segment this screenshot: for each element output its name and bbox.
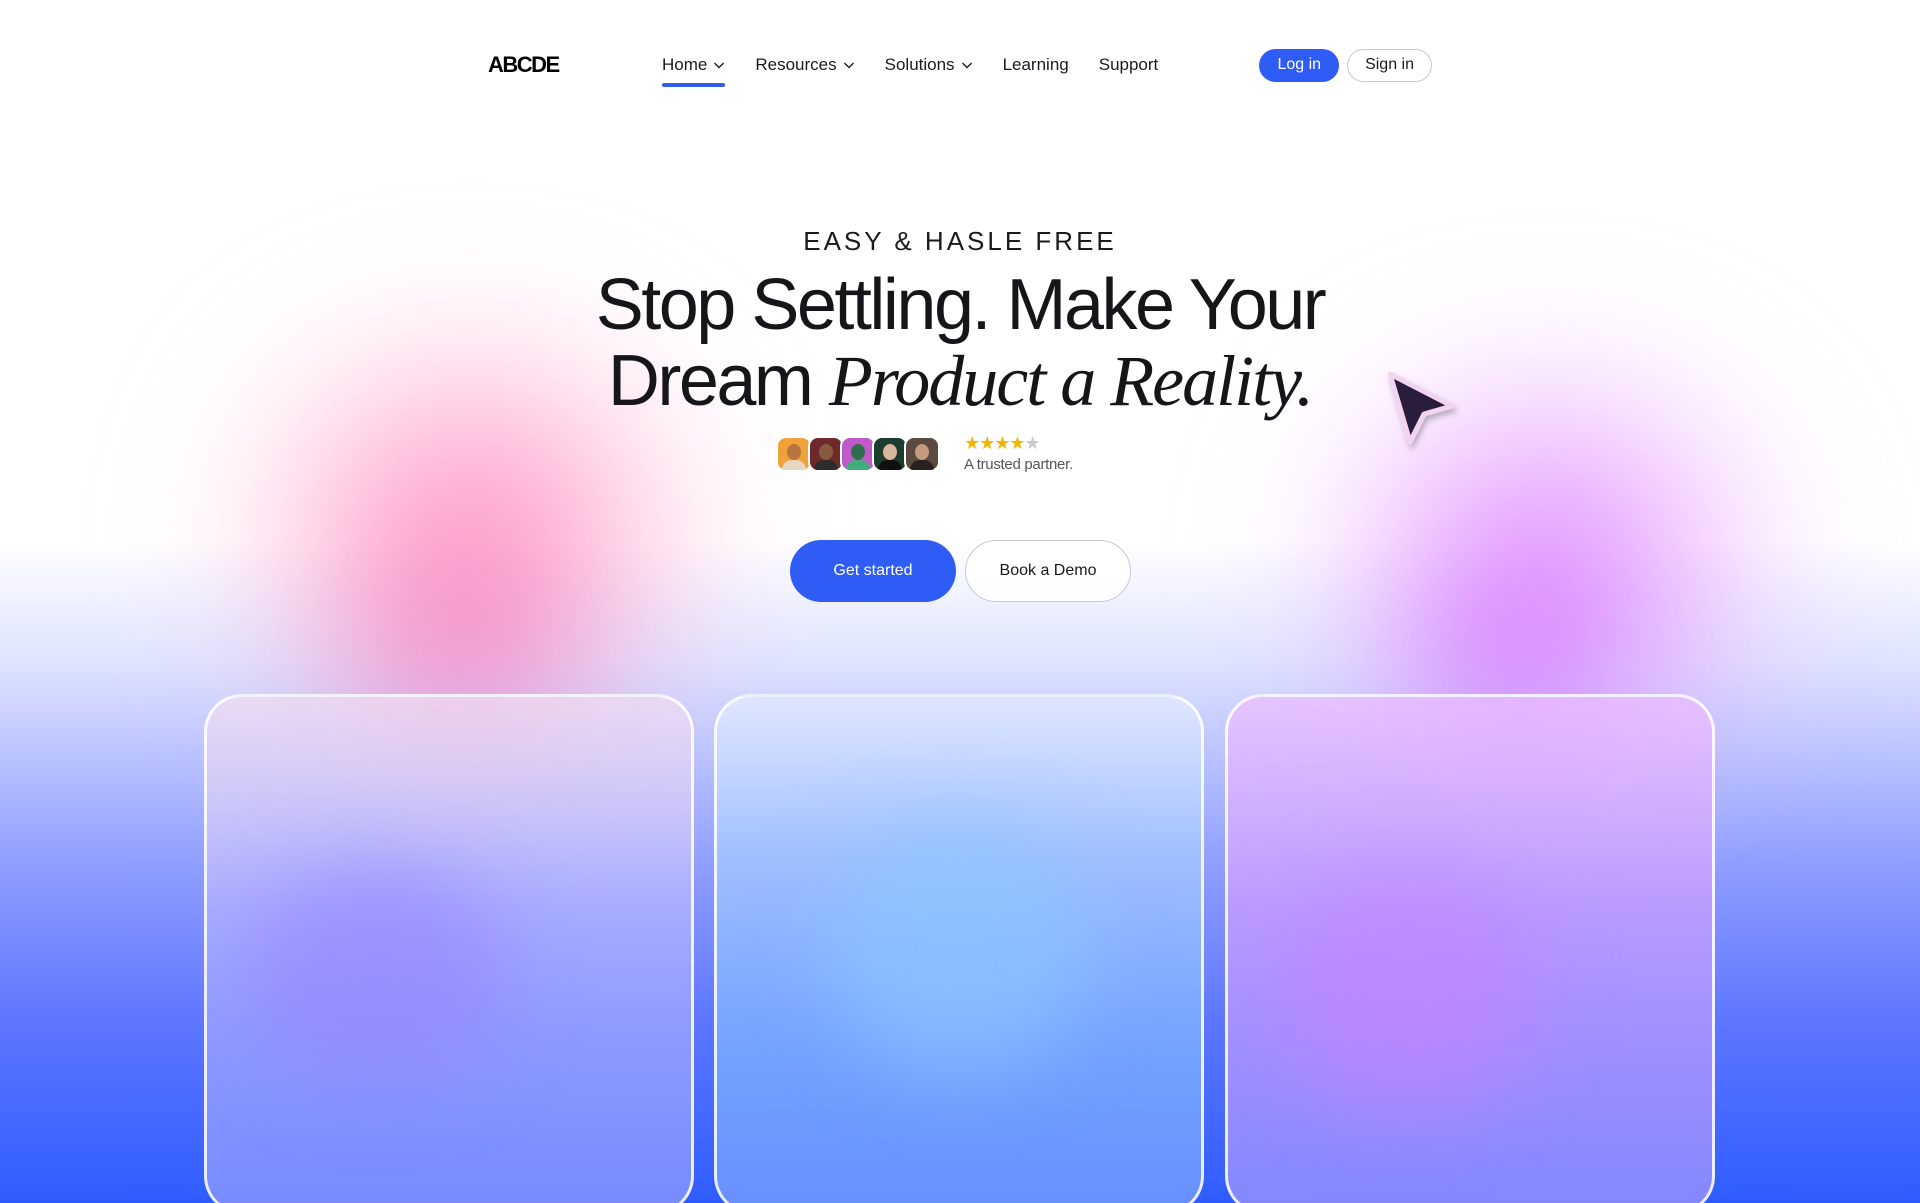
social-proof: ★★★★★ A trusted partner.: [776, 434, 1073, 473]
headline-line-2-plain: Dream: [607, 341, 814, 421]
signin-button[interactable]: Sign in: [1347, 48, 1432, 82]
pointer-cursor-icon: [1387, 371, 1455, 445]
top-navigation: ABCDE Home Resources Solutions Learning …: [488, 48, 1432, 87]
avatar: [840, 435, 876, 472]
login-button[interactable]: Log in: [1259, 48, 1340, 82]
avatar: [872, 435, 908, 472]
nav-item-label: Support: [1098, 55, 1159, 74]
hero-section: EASY & HASLE FREE Stop Settling. Make Yo…: [0, 226, 1920, 419]
chevron-down-icon: [961, 62, 972, 69]
nav-menu: Home Resources Solutions Learning Suppor…: [662, 48, 1188, 87]
rating: ★★★★★ A trusted partner.: [964, 434, 1073, 473]
nav-item-label: Solutions: [884, 55, 955, 74]
nav-item-solutions[interactable]: Solutions: [885, 48, 973, 82]
nav-item-resources[interactable]: Resources: [755, 48, 854, 82]
nav-item-home[interactable]: Home: [662, 48, 726, 87]
hero-eyebrow: EASY & HASLE FREE: [803, 226, 1117, 256]
feature-card[interactable]: [204, 694, 694, 1203]
nav-item-label: Learning: [1002, 55, 1069, 74]
trust-text: A trusted partner.: [964, 456, 1073, 473]
get-started-button[interactable]: Get started: [790, 540, 956, 602]
book-demo-button[interactable]: Book a Demo: [965, 540, 1131, 602]
auth-buttons: Log in Sign in: [1259, 48, 1432, 82]
avatar: [904, 435, 940, 472]
nav-item-label: Resources: [755, 55, 837, 74]
nav-item-label: Home: [662, 55, 708, 74]
star-rating-icon: ★★★★★: [964, 433, 1041, 453]
hero-cta-group: Get started Book a Demo: [790, 540, 1131, 602]
brand-logo[interactable]: ABCDE: [488, 52, 662, 78]
feature-card[interactable]: [1225, 694, 1715, 1203]
hero-headline: Stop Settling. Make Your Dream Product a…: [0, 267, 1920, 419]
avatar-stack: [776, 435, 940, 472]
nav-item-support[interactable]: Support: [1099, 48, 1159, 82]
feature-card[interactable]: [714, 694, 1204, 1203]
headline-line-1: Stop Settling. Make Your: [595, 265, 1327, 345]
chevron-down-icon: [843, 62, 854, 69]
nav-item-learning[interactable]: Learning: [1003, 48, 1069, 82]
avatar: [776, 435, 812, 472]
headline-line-2-italic: Product a Reality.: [828, 341, 1314, 421]
chevron-down-icon: [714, 62, 725, 69]
avatar: [808, 435, 844, 472]
